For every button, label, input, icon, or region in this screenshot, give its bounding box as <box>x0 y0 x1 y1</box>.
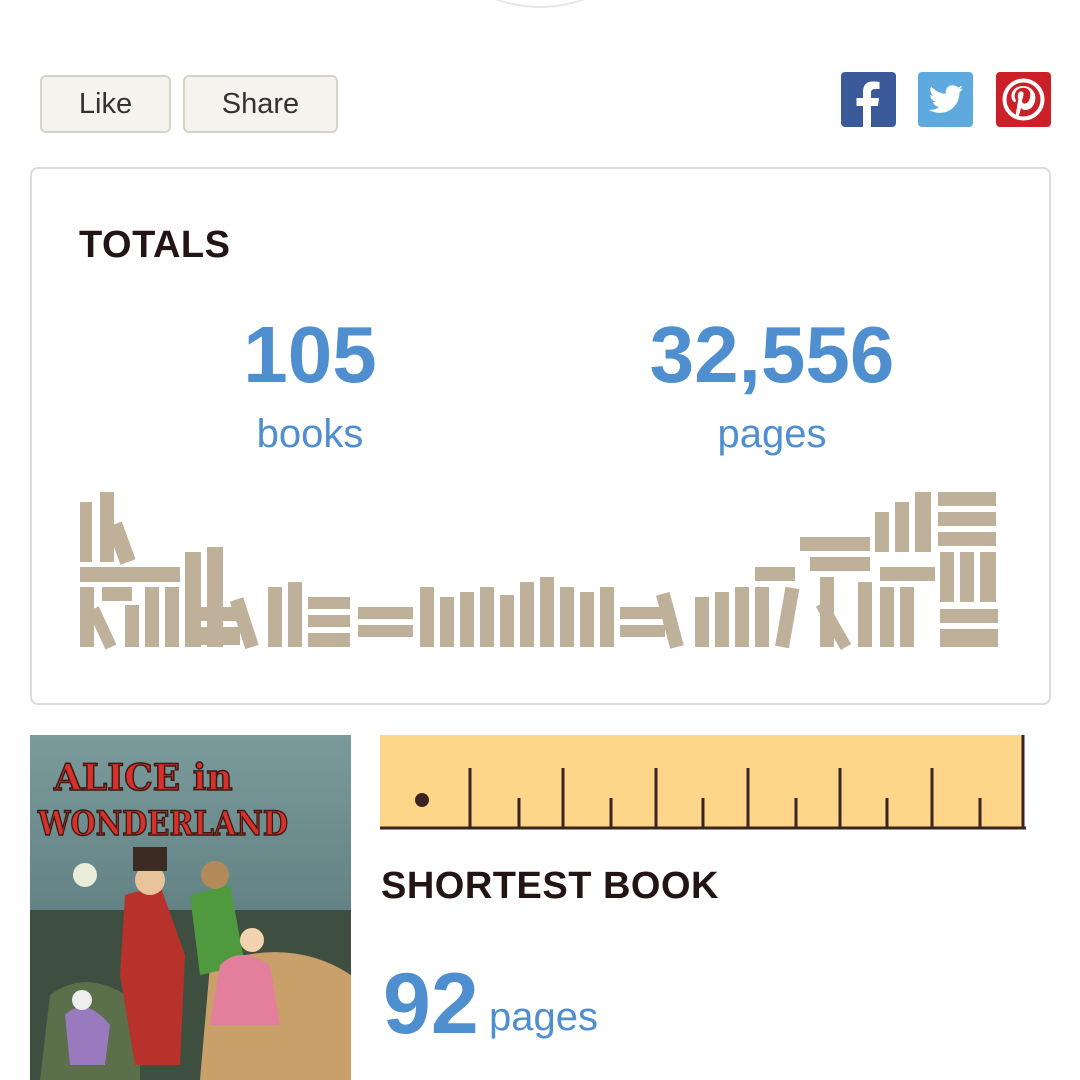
pages-label: pages <box>717 412 827 456</box>
books-label: books <box>256 412 364 456</box>
ruler-illustration <box>380 735 1026 830</box>
cover-title-line2: WONDERLAND <box>37 804 288 844</box>
totals-card: TOTALS 105 books 32,556 pages <box>30 167 1051 705</box>
twitter-icon <box>918 72 973 127</box>
totals-title: TOTALS <box>79 224 231 266</box>
like-button[interactable]: Like <box>40 75 171 133</box>
facebook-share-button[interactable] <box>841 72 896 127</box>
profile-avatar-outline <box>410 0 670 8</box>
shortest-book-title: SHORTEST BOOK <box>381 865 719 907</box>
facebook-icon <box>841 72 896 127</box>
books-count: 105 <box>243 310 377 399</box>
cover-title-line1: ALICE in <box>53 757 233 799</box>
pages-count: 32,556 <box>649 310 895 399</box>
shortest-book-pages: 92 <box>383 956 479 1052</box>
book-cover-image: ALICE in WONDERLAND <box>30 735 351 1080</box>
bookshelf-illustration <box>80 492 998 650</box>
twitter-share-button[interactable] <box>918 72 973 127</box>
pinterest-share-button[interactable] <box>996 72 1051 127</box>
shortest-book-pages-unit: pages <box>489 995 598 1039</box>
pinterest-icon <box>996 72 1051 127</box>
shortest-book-cover[interactable]: ALICE in WONDERLAND <box>30 735 351 1080</box>
share-button[interactable]: Share <box>183 75 338 133</box>
